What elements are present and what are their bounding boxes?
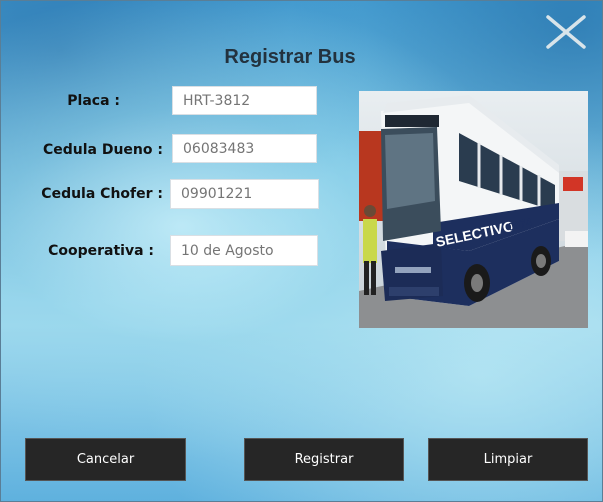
cooperativa-label: Cooperativa : [48,243,154,259]
clear-button[interactable]: Limpiar [428,438,588,481]
placa-input[interactable] [172,86,317,115]
cooperativa-input[interactable] [170,235,318,266]
close-icon [546,15,586,49]
cedula-dueno-label: Cedula Dueno : [42,142,163,158]
cedula-chofer-label: Cedula Chofer : [41,186,163,202]
register-button[interactable]: Registrar [244,438,404,481]
close-button[interactable] [544,14,588,50]
bus-photo: SELECTIVO 0074 [359,91,588,328]
page-title: Registrar Bus [224,46,356,68]
cedula-dueno-input[interactable] [172,134,317,163]
placa-label: Placa : [67,93,120,109]
cancel-button[interactable]: Cancelar [25,438,186,481]
cedula-chofer-input[interactable] [170,179,319,209]
